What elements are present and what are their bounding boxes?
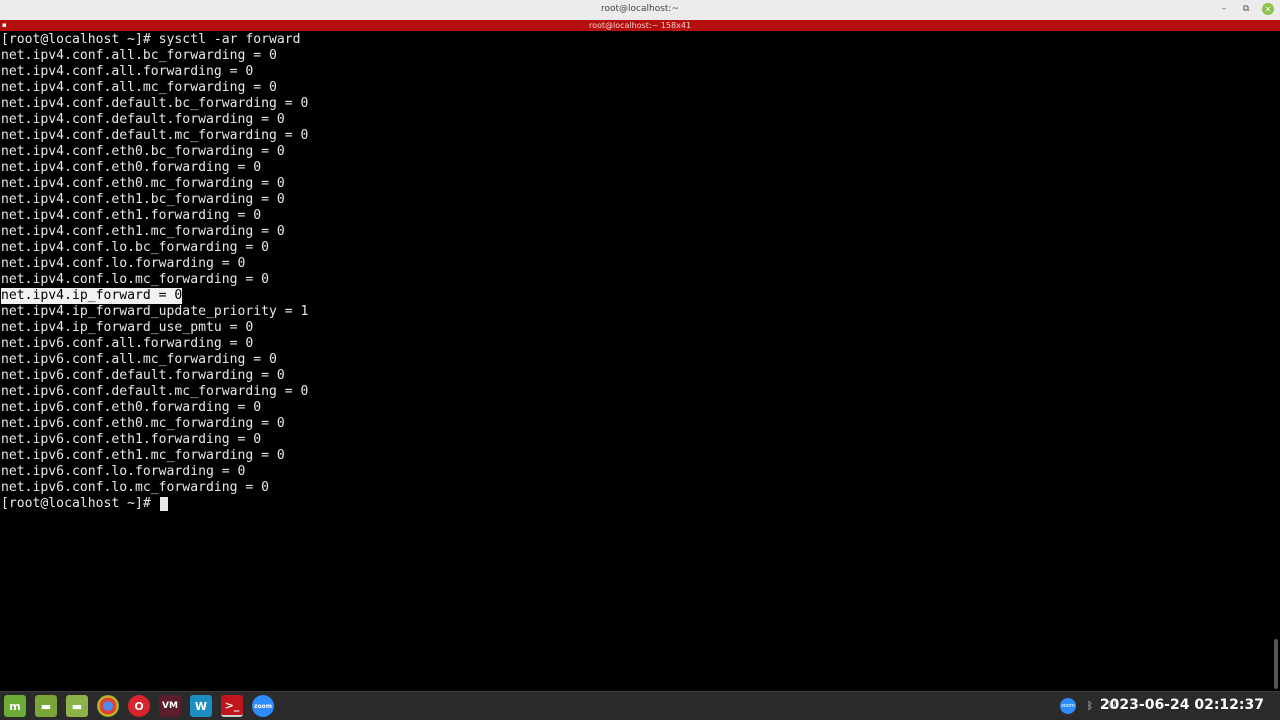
- virtualbox-icon[interactable]: VM: [159, 695, 181, 717]
- command-line: [root@localhost ~]# sysctl -ar forward: [1, 32, 301, 47]
- mint-menu-icon[interactable]: m: [4, 695, 26, 717]
- minimize-button[interactable]: –: [1218, 3, 1230, 15]
- output-line: net.ipv6.conf.all.mc_forwarding = 0: [1, 352, 277, 367]
- terminal-tab-title: root@localhost:~ 158x41: [588, 21, 692, 30]
- terminal-icon[interactable]: >_: [221, 695, 243, 717]
- output-line: net.ipv4.conf.eth1.forwarding = 0: [1, 208, 262, 223]
- zoom-tray-icon[interactable]: zoom: [1060, 698, 1076, 714]
- window-titlebar[interactable]: root@localhost:~ – ⧉ ✕: [0, 0, 1280, 20]
- output-line: net.ipv4.conf.default.mc_forwarding = 0: [1, 128, 309, 143]
- bluetooth-icon[interactable]: ᛒ: [1082, 698, 1098, 714]
- home-folder-icon[interactable]: ▬: [66, 695, 88, 717]
- output-line: net.ipv4.conf.eth0.bc_forwarding = 0: [1, 144, 285, 159]
- output-line: net.ipv4.conf.lo.mc_forwarding = 0: [1, 272, 270, 287]
- output-line: net.ipv6.conf.all.forwarding = 0: [1, 336, 254, 351]
- output-line: net.ipv4.conf.all.forwarding = 0: [1, 64, 254, 79]
- output-line: net.ipv4.conf.eth0.mc_forwarding = 0: [1, 176, 285, 191]
- output-line: net.ipv4.ip_forward_update_priority = 1: [1, 304, 309, 319]
- selected-output-line: net.ipv4.ip_forward = 0: [1, 288, 183, 304]
- maximize-button[interactable]: ⧉: [1240, 3, 1252, 15]
- close-button[interactable]: ✕: [1262, 3, 1274, 15]
- prompt-line[interactable]: [root@localhost ~]#: [1, 496, 168, 512]
- scrollbar-thumb[interactable]: [1274, 639, 1278, 689]
- output-line: net.ipv6.conf.eth1.mc_forwarding = 0: [1, 448, 285, 463]
- output-line: net.ipv6.conf.eth1.forwarding = 0: [1, 432, 262, 447]
- taskbar: m ▬ ▬ O VM W >_ zoom zoom ᛒ ⛨ 2023-06-24 02:12:…: [0, 691, 1280, 720]
- zoom-icon[interactable]: zoom: [252, 695, 274, 717]
- clock[interactable]: 2023-06-24 02:12:37: [1100, 697, 1264, 713]
- output-line: net.ipv4.conf.default.forwarding = 0: [1, 112, 285, 127]
- output-line: net.ipv4.ip_forward_use_pmtu = 0: [1, 320, 254, 335]
- output-line: net.ipv4.conf.lo.bc_forwarding = 0: [1, 240, 270, 255]
- output-line: net.ipv4.conf.all.mc_forwarding = 0: [1, 80, 277, 95]
- output-line: net.ipv6.conf.lo.forwarding = 0: [1, 464, 246, 479]
- terminal-tab-bar: ▪ root@localhost:~ 158x41: [0, 20, 1280, 31]
- output-line: net.ipv4.conf.lo.forwarding = 0: [1, 256, 246, 271]
- prompt-text: [root@localhost ~]#: [1, 496, 159, 511]
- files-icon[interactable]: ▬: [35, 695, 57, 717]
- output-line: net.ipv4.conf.all.bc_forwarding = 0: [1, 48, 277, 63]
- opera-icon[interactable]: O: [128, 695, 150, 717]
- output-line: net.ipv6.conf.default.forwarding = 0: [1, 368, 285, 383]
- wm-app-icon[interactable]: W: [190, 695, 212, 717]
- text-cursor: [159, 496, 168, 511]
- output-line: net.ipv4.conf.eth0.forwarding = 0: [1, 160, 262, 175]
- chrome-icon[interactable]: [97, 695, 119, 717]
- output-line: net.ipv6.conf.lo.mc_forwarding = 0: [1, 480, 270, 495]
- output-line: net.ipv6.conf.eth0.mc_forwarding = 0: [1, 416, 285, 431]
- output-line: net.ipv4.conf.eth1.bc_forwarding = 0: [1, 192, 285, 207]
- output-line: net.ipv4.conf.eth1.mc_forwarding = 0: [1, 224, 285, 239]
- output-line: net.ipv6.conf.default.mc_forwarding = 0: [1, 384, 309, 399]
- output-line: net.ipv4.conf.default.bc_forwarding = 0: [1, 96, 309, 111]
- window-title: root@localhost:~: [600, 4, 680, 14]
- terminal-output[interactable]: [root@localhost ~]# sysctl -ar forward ne…: [0, 31, 1272, 691]
- terminal-scrollbar[interactable]: [1272, 31, 1280, 691]
- output-line: net.ipv6.conf.eth0.forwarding = 0: [1, 400, 262, 415]
